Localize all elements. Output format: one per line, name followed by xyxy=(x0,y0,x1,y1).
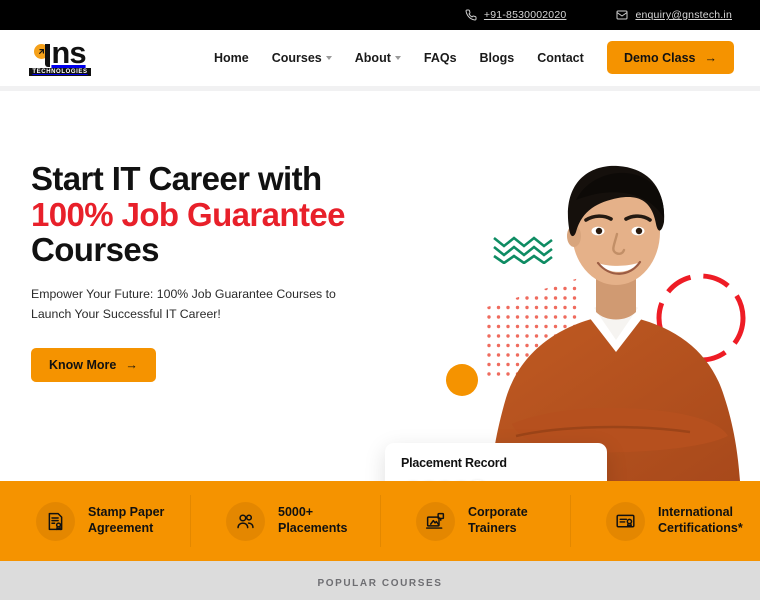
hero-heading-line3: Courses xyxy=(31,231,159,269)
hero-person-photo xyxy=(490,165,740,481)
hero-content: Start IT Career with 100% Job Guarantee … xyxy=(31,161,411,382)
feature-stamp-paper-agreement[interactable]: Stamp Paper Agreement xyxy=(0,481,190,561)
logo-ns-text: ns xyxy=(51,35,86,71)
hero-subtitle: Empower Your Future: 100% Job Guarantee … xyxy=(31,286,336,321)
know-more-label: Know More xyxy=(49,357,117,372)
document-certificate-icon xyxy=(36,501,75,541)
top-contact-bar: +91-8530002020 enquiry@gnstech.in xyxy=(0,0,760,30)
orange-circle-decoration xyxy=(446,364,478,396)
certificate-award-icon xyxy=(606,501,645,541)
hero-heading-line1: Start IT Career with xyxy=(31,160,322,197)
feature-label-line2: Certifications* xyxy=(658,521,743,535)
topbar-email-link[interactable]: enquiry@gnstech.in xyxy=(616,9,732,21)
arrow-right-icon: → xyxy=(704,50,718,65)
topbar-email-text: enquiry@gnstech.in xyxy=(635,9,732,21)
phone-icon xyxy=(465,9,477,21)
topbar-phone-link[interactable]: +91-8530002020 xyxy=(465,9,567,21)
feature-international-certifications[interactable]: International Certifications* xyxy=(570,481,760,561)
feature-label-line2: Trainers xyxy=(468,521,517,535)
arrow-right-icon: → xyxy=(125,357,138,372)
feature-label: Corporate Trainers xyxy=(468,505,528,536)
people-group-icon xyxy=(226,501,265,541)
popular-courses-section: POPULAR COURSES xyxy=(0,561,760,600)
feature-label-line1: 5000+ xyxy=(278,505,314,520)
feature-label: Stamp Paper Agreement xyxy=(88,505,164,536)
nav-label: Blogs xyxy=(479,51,515,65)
topbar-phone-text: +91-8530002020 xyxy=(483,9,567,21)
feature-label: 5000+ Placements xyxy=(278,505,347,536)
placement-card-title: Placement Record xyxy=(401,456,507,470)
feature-placements[interactable]: 5000+ Placements xyxy=(190,481,380,561)
nav-label: FAQs xyxy=(423,51,457,65)
feature-label-line2: Agreement xyxy=(88,521,154,535)
hero-heading-line2: 100% Job Guarantee xyxy=(31,195,345,233)
feature-label-line1: International xyxy=(658,505,734,520)
popular-courses-label: POPULAR COURSES xyxy=(317,577,443,589)
feature-corporate-trainers[interactable]: Corporate Trainers xyxy=(380,481,570,561)
nav-label: About xyxy=(354,51,391,65)
logo-wordmark: ns xyxy=(34,35,87,71)
feature-label-line1: Stamp Paper xyxy=(88,505,165,520)
feature-label-line2: Placements xyxy=(278,521,348,535)
nav-item-courses[interactable]: Courses xyxy=(272,51,332,65)
nav-item-blogs[interactable]: Blogs xyxy=(480,51,515,65)
hero-section: Start IT Career with 100% Job Guarantee … xyxy=(0,91,760,481)
nav-label: Contact xyxy=(537,51,584,65)
site-logo[interactable]: ns TECHNOLOGIES xyxy=(26,35,94,76)
page-root: +91-8530002020 enquiry@gnstech.in ns TEC… xyxy=(0,0,760,600)
feature-highlight-bar: Stamp Paper Agreement 5000+ Placements C… xyxy=(0,481,760,561)
site-header: ns TECHNOLOGIES Home Courses About FAQs … xyxy=(0,30,760,86)
demo-class-label: Demo Class xyxy=(623,50,696,65)
demo-class-button[interactable]: Demo Class → xyxy=(606,41,734,74)
know-more-button[interactable]: Know More → xyxy=(31,347,156,382)
logo-g-tail xyxy=(45,43,50,67)
nav-item-about[interactable]: About xyxy=(355,51,401,65)
nav-item-home[interactable]: Home xyxy=(214,51,249,65)
presentation-board-icon xyxy=(416,501,455,541)
mail-icon xyxy=(616,9,628,21)
feature-label: International Certifications* xyxy=(658,505,743,536)
nav-label: Home xyxy=(214,51,249,65)
feature-label-line1: Corporate xyxy=(468,505,528,520)
main-navigation: Home Courses About FAQs Blogs Contact xyxy=(214,51,584,65)
placement-record-card: Placement Record + xyxy=(385,443,607,481)
chevron-down-icon xyxy=(394,56,401,60)
logo-g-mark xyxy=(34,41,51,67)
chevron-down-icon xyxy=(325,56,332,60)
nav-label: Courses xyxy=(271,51,322,65)
nav-item-contact[interactable]: Contact xyxy=(537,51,584,65)
nav-item-faqs[interactable]: FAQs xyxy=(424,51,457,65)
